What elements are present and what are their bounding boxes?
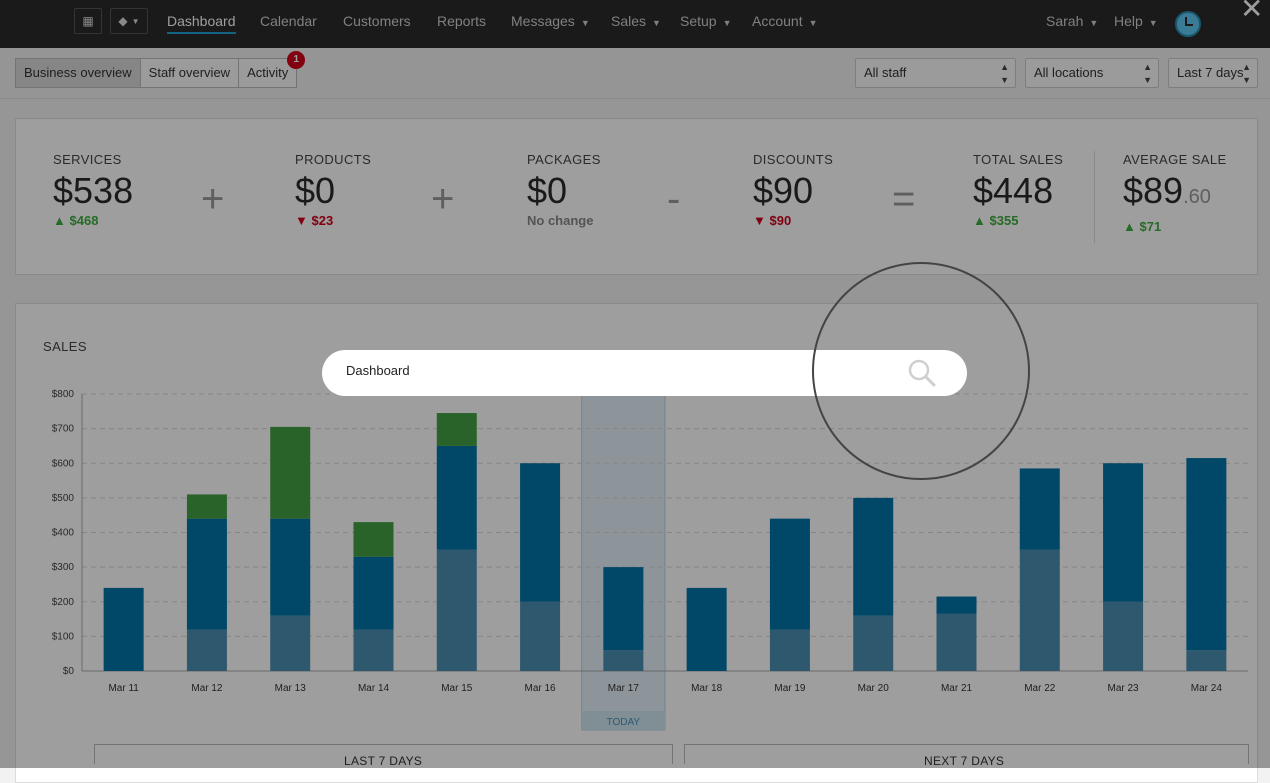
focus-highlight-ring <box>812 262 1030 480</box>
search-input[interactable] <box>344 362 828 379</box>
